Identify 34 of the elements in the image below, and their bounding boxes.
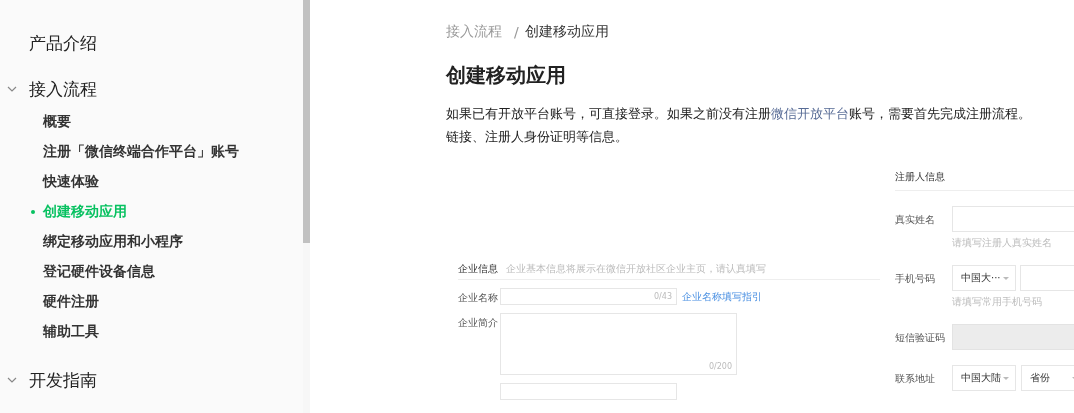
nav-section[interactable]: 接入流程 [29, 77, 97, 101]
field-label: 手机号码 [895, 272, 936, 286]
intro-paragraph: 如果已有开放平台账号，可直接登录。如果之前没有注册微信开放平台账号，需要首先完成注册流程。 链接、注册人身份证明等信息。 [446, 105, 1032, 146]
nav-item[interactable]: 登记硬件设备信息 [43, 263, 155, 281]
field-label: 企业简介 [458, 316, 499, 330]
scrollbar-thumb[interactable] [303, 0, 310, 243]
dropdown[interactable]: 中国大陆 [952, 365, 1016, 391]
chevron-down-icon[interactable] [6, 375, 17, 385]
dropdown[interactable]: 省份 [1021, 365, 1074, 391]
nav-item[interactable]: 注册「微信终端合作平台」账号 [43, 143, 239, 161]
dropdown[interactable]: 中国大··· [952, 265, 1016, 291]
guide-link[interactable]: 企业名称填写指引 [682, 289, 762, 304]
nav-section[interactable]: 产品介绍 [29, 31, 97, 55]
page-title: 创建移动应用 [446, 62, 567, 89]
nav-item[interactable]: 概要 [43, 113, 71, 131]
input-field[interactable] [500, 383, 677, 400]
nav-item[interactable]: 辅助工具 [43, 323, 99, 341]
chevron-down-icon[interactable] [6, 84, 17, 94]
breadcrumb-current: 创建移动应用 [524, 23, 609, 41]
nav-item[interactable]: 绑定移动应用和小程序 [43, 233, 183, 251]
field-label: 联系地址 [895, 372, 936, 386]
scrollbar[interactable] [303, 0, 310, 413]
breadcrumb-separator: / [514, 24, 519, 40]
caret-icon [1003, 376, 1009, 380]
caret-icon [1003, 276, 1009, 280]
link[interactable]: 微信开放平台 [771, 106, 849, 121]
field-label: 真实姓名 [895, 213, 936, 227]
section-title: 注册人信息 [895, 170, 945, 184]
nav-section[interactable]: 开发指南 [29, 368, 97, 392]
nav-item[interactable]: 快速体验 [43, 173, 99, 191]
field-label: 企业名称 [458, 291, 499, 305]
section-title: 企业信息 [458, 262, 498, 276]
field-label: 短信验证码 [895, 331, 946, 345]
nav-item[interactable]: 硬件注册 [43, 293, 99, 311]
